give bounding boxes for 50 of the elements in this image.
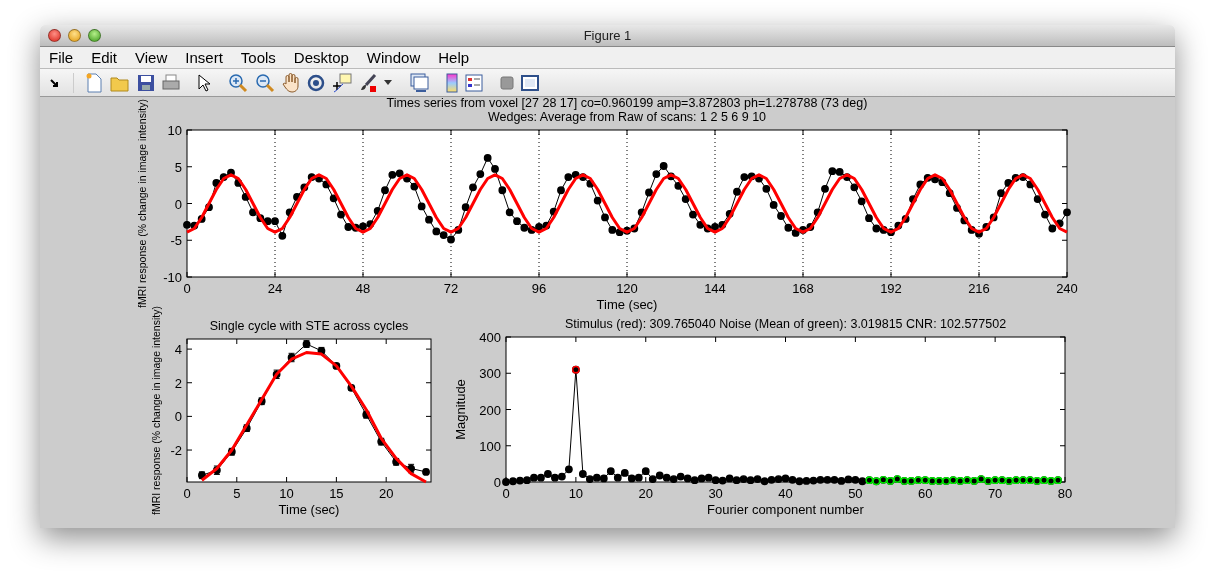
- axis-tick-label: 0: [502, 486, 510, 501]
- axis-tick-label: 10: [279, 486, 294, 501]
- axis-tick-label: 15: [329, 486, 344, 501]
- axis-tick-label: 96: [531, 281, 547, 296]
- axis-tick-label: 168: [792, 281, 814, 296]
- axis-tick-label: 72: [443, 281, 459, 296]
- axis-tick-label: 10: [568, 486, 584, 501]
- axis-tick-label: -10: [163, 270, 182, 285]
- axis-tick-label: 24: [267, 281, 283, 296]
- axis-label: Time (sec): [278, 502, 340, 517]
- axis-tick-label: 5: [174, 159, 182, 175]
- axis-tick-label: 200: [479, 402, 501, 418]
- axis-tick-label: 100: [479, 438, 501, 454]
- axis-tick-label: 300: [479, 366, 501, 382]
- axis-tick-label: 5: [233, 486, 241, 501]
- axis-tick-label: 0: [183, 281, 191, 296]
- axis-tick-label: 216: [968, 281, 990, 296]
- axis-tick-label: 0: [183, 486, 191, 501]
- axis-tick-label: 10: [167, 123, 182, 138]
- axis-tick-label: -2: [170, 443, 182, 459]
- axis-tick-label: 20: [378, 486, 394, 501]
- axis-tick-label: 240: [1056, 281, 1078, 296]
- axis-tick-label: 30: [708, 486, 723, 501]
- axis-tick-label: 0: [174, 196, 182, 212]
- axis-label: Magnitude: [453, 379, 468, 440]
- axis-tick-label: 70: [987, 486, 1003, 501]
- axis-tick-label: 80: [1057, 486, 1073, 501]
- axis-tick-label: 400: [479, 330, 501, 345]
- axis-tick-label: 60: [918, 486, 933, 501]
- axis-tick-label: 0: [493, 475, 501, 490]
- axis-label: Fourier component number: [707, 502, 864, 517]
- axis-label: Time (sec): [596, 297, 658, 312]
- axis-tick-label: 120: [616, 281, 638, 296]
- axis-tick-label: 0: [174, 409, 182, 425]
- axis-tick-label: 2: [174, 375, 182, 391]
- axis-tick-label: 50: [848, 486, 863, 501]
- axis-tick-label: 4: [174, 342, 182, 358]
- axis-tick-label: 192: [880, 281, 902, 296]
- axis-label: fMRI response (% change in image intensity): [150, 306, 162, 515]
- axis-label: fMRI response (% change in image intensity): [136, 99, 148, 308]
- chart-title: Times series from voxel [27 28 17] co=0.960199 amp=3.872803 ph=1.278788 (73 deg): [386, 96, 868, 110]
- axis-tick-label: 20: [638, 486, 653, 501]
- axis-tick-label: 144: [704, 281, 726, 296]
- chart-title: Single cycle with STE across cycles: [209, 319, 409, 333]
- chart-title: Stimulus (red): 309.765040 Noise (Mean of green): 3.019815 CNR: 102.577502: [564, 317, 1007, 331]
- axis-tick-label: 40: [778, 486, 793, 501]
- axis-tick-label: 48: [355, 281, 371, 296]
- window-title: Figure 1: [583, 28, 632, 43]
- chart-title: Wedges: Average from Raw of scans: 1 2 5 6 9 10: [487, 110, 767, 124]
- axis-tick-label: -5: [170, 233, 182, 249]
